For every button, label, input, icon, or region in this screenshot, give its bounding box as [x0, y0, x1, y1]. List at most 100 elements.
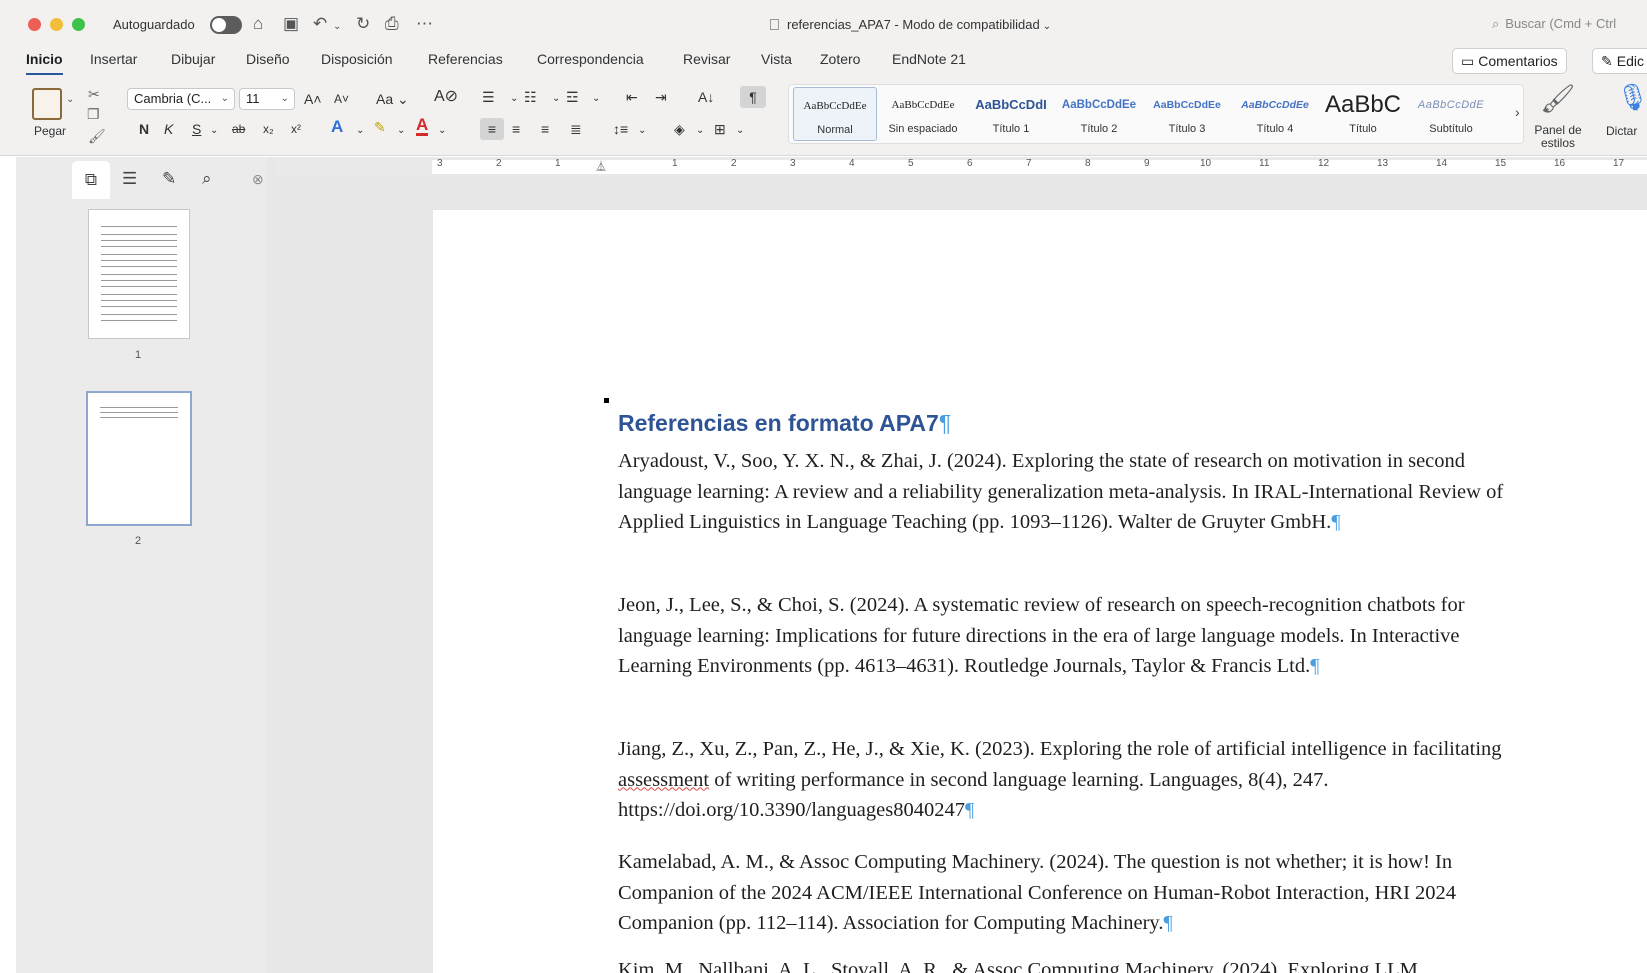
find-icon[interactable]: ⌕: [202, 169, 212, 189]
show-formatting-icon[interactable]: ¶: [740, 86, 766, 108]
reference-paragraph[interactable]: Aryadoust, V., Soo, Y. X. N., & Zhai, J.…: [618, 446, 1518, 538]
undo-dropdown-icon[interactable]: ⌄: [333, 17, 341, 37]
font-size-select[interactable]: 11 ⌄: [239, 88, 295, 110]
tab-diseno[interactable]: Diseño: [246, 51, 290, 73]
text-effects-dropdown-icon[interactable]: ⌄: [356, 122, 364, 140]
strikethrough-icon[interactable]: ab: [232, 120, 245, 138]
style-titulo-4[interactable]: AaBbCcDdEe Título 4: [1233, 87, 1317, 141]
line-spacing-dropdown-icon[interactable]: ⌄: [638, 122, 646, 140]
font-color-icon[interactable]: A: [416, 116, 429, 136]
copy-icon[interactable]: ❐: [87, 106, 100, 123]
underline-button[interactable]: S: [192, 120, 201, 138]
reference-paragraph[interactable]: Jeon, J., Lee, S., & Choi, S. (2024). A …: [618, 590, 1518, 682]
style-titulo-3[interactable]: AaBbCcDdEe Título 3: [1145, 87, 1229, 141]
tab-revisar[interactable]: Revisar: [683, 51, 730, 73]
close-pane-icon[interactable]: ⊗: [252, 171, 264, 188]
thumbnails-icon[interactable]: ⧉: [72, 161, 110, 199]
reference-paragraph[interactable]: Kim, M., Nallbani, A. L., Stovall, A. R.…: [618, 955, 1518, 973]
comments-button[interactable]: ▭ Comentarios: [1452, 48, 1567, 74]
page-thumbnail-1[interactable]: [88, 209, 190, 339]
tab-vista[interactable]: Vista: [761, 51, 792, 73]
comments-pane-icon[interactable]: ✎: [162, 169, 176, 189]
more-icon[interactable]: ⋯: [416, 14, 433, 34]
undo-icon[interactable]: ↶: [313, 14, 327, 34]
home-icon[interactable]: ⌂: [253, 14, 263, 34]
align-right-icon[interactable]: ≡: [541, 120, 549, 138]
print-icon[interactable]: ⎙: [385, 14, 399, 34]
maximize-window-button[interactable]: [72, 18, 85, 31]
reference-paragraph[interactable]: Kamelabad, A. M., & Assoc Computing Mach…: [618, 847, 1518, 939]
page-thumbnail-2[interactable]: [86, 391, 192, 526]
increase-indent-icon[interactable]: ⇥: [655, 88, 667, 106]
style-normal[interactable]: AaBbCcDdEe Normal: [793, 87, 877, 141]
styles-pane-icon[interactable]: 🖌: [1540, 82, 1576, 115]
font-color-dropdown-icon[interactable]: ⌄: [438, 122, 446, 140]
search-box[interactable]: ⌕ Buscar (Cmd + Ctrl: [1492, 16, 1616, 32]
style-subtitulo[interactable]: AaBbCcDdE Subtítulo: [1409, 87, 1493, 141]
style-titulo-1[interactable]: AaBbCcDdI Título 1: [969, 87, 1053, 141]
numbering-icon[interactable]: ☷: [524, 88, 537, 106]
highlight-icon[interactable]: ✎: [374, 118, 386, 136]
borders-icon[interactable]: ⊞: [714, 120, 726, 138]
cut-icon[interactable]: ✂: [88, 86, 100, 103]
clear-formatting-icon[interactable]: A⊘: [434, 88, 458, 106]
multilevel-list-icon[interactable]: ☲: [566, 88, 579, 106]
tab-disposicion[interactable]: Disposición: [321, 51, 393, 73]
microphone-icon[interactable]: 🎙: [1616, 82, 1647, 113]
headings-icon[interactable]: ☰: [122, 169, 137, 189]
style-titulo[interactable]: AaBbC Título: [1321, 87, 1405, 141]
minimize-window-button[interactable]: [50, 18, 63, 31]
decrease-indent-icon[interactable]: ⇤: [626, 88, 638, 106]
paste-label[interactable]: Pegar: [34, 124, 66, 138]
align-left-icon[interactable]: ≡: [480, 118, 504, 140]
tab-dibujar[interactable]: Dibujar: [171, 51, 215, 73]
align-center-icon[interactable]: ≡: [512, 120, 520, 138]
indent-marker-icon[interactable]: ⏅: [596, 158, 606, 173]
bullets-dropdown-icon[interactable]: ⌄: [510, 90, 518, 108]
bold-button[interactable]: N: [139, 120, 149, 138]
line-spacing-icon[interactable]: ↕≡: [613, 120, 628, 138]
spelling-flagged-word[interactable]: assessment: [618, 769, 709, 791]
tab-zotero[interactable]: Zotero: [820, 51, 860, 73]
tab-inicio[interactable]: Inicio: [26, 51, 63, 75]
numbering-dropdown-icon[interactable]: ⌄: [552, 90, 560, 108]
change-case-icon[interactable]: Aa ⌄: [376, 90, 409, 108]
reference-paragraph[interactable]: Jiang, Z., Xu, Z., Pan, Z., He, J., & Xi…: [618, 734, 1518, 826]
italic-button[interactable]: K: [164, 120, 173, 138]
paste-icon[interactable]: [32, 88, 62, 120]
multilevel-dropdown-icon[interactable]: ⌄: [592, 90, 600, 108]
save-icon[interactable]: ▣: [283, 14, 299, 34]
redo-icon[interactable]: ↻: [356, 14, 370, 34]
borders-dropdown-icon[interactable]: ⌄: [736, 122, 744, 140]
tab-referencias[interactable]: Referencias: [428, 51, 503, 73]
paste-dropdown-icon[interactable]: ⌄: [66, 94, 74, 105]
editing-button[interactable]: ✎ Edic: [1592, 48, 1647, 74]
shading-icon[interactable]: ◈: [674, 120, 685, 138]
superscript-icon[interactable]: x²: [291, 120, 301, 138]
dictate-label[interactable]: Dictar: [1606, 124, 1637, 138]
highlight-dropdown-icon[interactable]: ⌄: [397, 122, 405, 140]
horizontal-ruler[interactable]: 3 2 1 ⏅ 1 2 3 4 5 6 7 8 9 10 11 12 13 14…: [276, 157, 1647, 177]
styles-pane-label[interactable]: Panel de estilos: [1530, 124, 1586, 150]
justify-icon[interactable]: ≣: [570, 120, 582, 138]
close-window-button[interactable]: [28, 18, 41, 31]
sort-icon[interactable]: A↓: [698, 88, 714, 106]
text-effects-icon[interactable]: A: [331, 118, 343, 136]
title-chevron-icon[interactable]: ⌄: [1043, 21, 1051, 32]
tab-endnote[interactable]: EndNote 21: [892, 51, 966, 73]
subscript-icon[interactable]: x₂: [263, 120, 274, 138]
style-sin-espaciado[interactable]: AaBbCcDdEe Sin espaciado: [881, 87, 965, 141]
autosave-toggle[interactable]: [210, 16, 242, 34]
document-heading[interactable]: Referencias en formato APA7¶: [618, 410, 951, 437]
font-name-select[interactable]: Cambria (C... ⌄: [127, 88, 235, 110]
gallery-more-icon[interactable]: ›: [1515, 104, 1520, 120]
underline-dropdown-icon[interactable]: ⌄: [210, 122, 218, 140]
format-painter-icon[interactable]: 🖌: [88, 128, 106, 145]
bullets-icon[interactable]: ☰: [482, 88, 495, 106]
tab-correspondencia[interactable]: Correspondencia: [537, 51, 644, 73]
style-titulo-2[interactable]: AaBbCcDdEe Título 2: [1057, 87, 1141, 141]
shrink-font-icon[interactable]: A˅: [334, 90, 349, 108]
grow-font-icon[interactable]: A˄: [304, 90, 322, 108]
shading-dropdown-icon[interactable]: ⌄: [696, 122, 704, 140]
tab-insertar[interactable]: Insertar: [90, 51, 137, 73]
